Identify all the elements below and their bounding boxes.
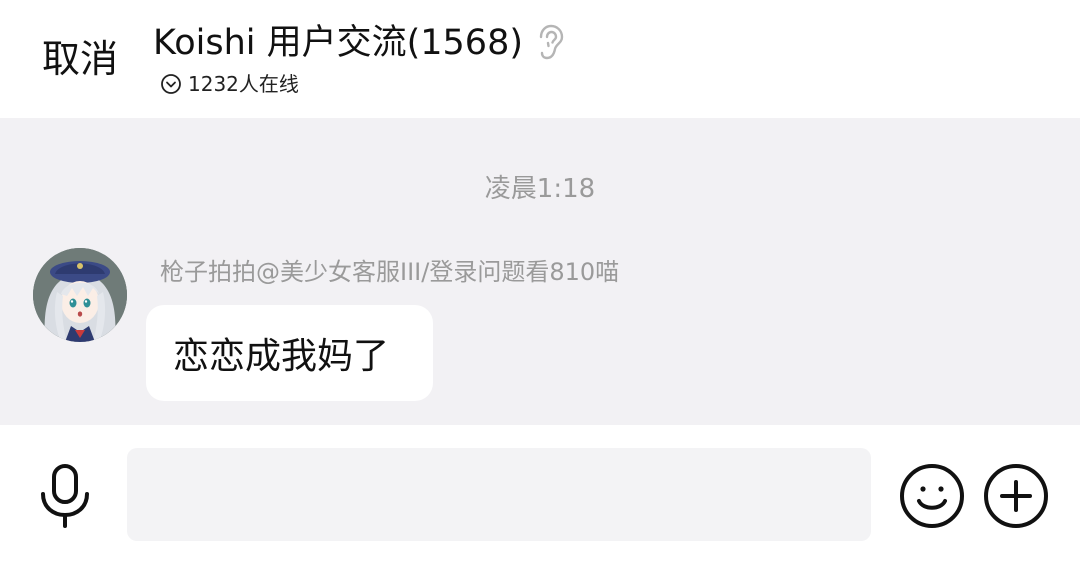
message-bubble[interactable]: 恋恋成我妈了 xyxy=(146,305,433,401)
sender-name: 枪子拍拍@美少女客服III/登录问题看810喵 xyxy=(160,258,620,286)
smiley-icon xyxy=(898,464,966,534)
group-title-row[interactable]: Koishi 用户交流(1568) xyxy=(153,20,565,66)
message-input[interactable] xyxy=(127,448,871,541)
chevron-circle-icon xyxy=(160,73,182,95)
chat-screen: 取消 Koishi 用户交流(1568) 1232人在线 凌晨1:18 枪子拍拍… xyxy=(0,0,1080,565)
emoji-button[interactable] xyxy=(898,462,966,530)
voice-button[interactable] xyxy=(37,463,93,529)
more-button[interactable] xyxy=(982,462,1050,530)
chat-header: 取消 Koishi 用户交流(1568) 1232人在线 xyxy=(0,0,1080,118)
online-count: 1232人在线 xyxy=(188,72,299,96)
ear-icon xyxy=(535,24,565,62)
input-bar xyxy=(0,425,1080,565)
plus-circle-icon xyxy=(982,464,1050,534)
group-title: Koishi 用户交流(1568) xyxy=(153,23,523,63)
message-text: 恋恋成我妈了 xyxy=(173,336,390,377)
microphone-icon xyxy=(37,464,93,533)
message-timestamp: 凌晨1:18 xyxy=(484,174,596,204)
cancel-button[interactable]: 取消 xyxy=(42,36,118,82)
online-status[interactable]: 1232人在线 xyxy=(160,70,299,98)
message-list[interactable]: 凌晨1:18 枪子拍拍@美少女客服III/登录问题看810喵 恋恋成我妈了 xyxy=(0,118,1080,425)
avatar[interactable] xyxy=(33,248,127,342)
